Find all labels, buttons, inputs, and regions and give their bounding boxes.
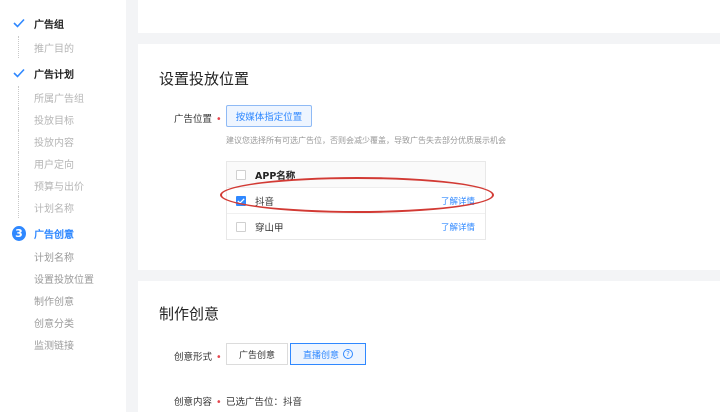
sidebar-step-content[interactable]: 投放内容 [0,130,74,152]
sidebar-step-budget[interactable]: 预算与出价 [0,174,84,196]
app-name: 穿山甲 [255,223,284,234]
sidebar-step-label: 推广目的 [34,43,74,55]
live-creative-option[interactable]: 直播创意 ? [290,343,367,365]
sidebar-step-label: 用户定向 [34,159,74,171]
app-checkbox[interactable] [236,195,246,206]
previous-section-panel [138,0,720,33]
check-icon [12,66,26,80]
sidebar-step-owner-group[interactable]: 所属广告组 [0,86,84,108]
select-all-checkbox[interactable] [236,169,246,180]
creative-form-toggle: 广告创意 直播创意 ? [226,343,367,365]
required-mark: • [216,114,222,125]
detail-link[interactable]: 了解详情 [441,221,475,233]
creative-content-label: 创意内容 • [174,397,222,408]
sidebar-sub-placement[interactable]: 设置投放位置 [0,267,94,289]
sidebar-step-plan-name[interactable]: 计划名称 [0,196,74,218]
sidebar-step-label: 预算与出价 [34,181,84,193]
sidebar-step-ad-creative[interactable]: 3 广告创意 [0,222,74,244]
app-table: APP名称 抖音 了解详情 穿山甲 了解详情 [226,161,486,240]
sidebar-step-label: 所属广告组 [34,93,84,105]
detail-link[interactable]: 了解详情 [441,195,475,207]
sidebar-step-ad-group[interactable]: 广告组 [0,12,64,34]
table-header-row: APP名称 [227,162,485,188]
column-header: APP名称 [255,170,296,182]
creative-section: 制作创意 创意形式 • 广告创意 直播创意 ? 创意内容 • 已选广告位：抖音 [138,281,720,412]
media-placement-button[interactable]: 按媒体指定位置 [226,105,312,127]
sidebar-sub-make-creative[interactable]: 制作创意 [0,289,74,311]
help-icon: ? [343,349,354,359]
placement-section: 设置投放位置 广告位置 • 按媒体指定位置 建议您选择所有可选广告位，否则会减少覆… [138,44,720,270]
sidebar-step-label: 广告计划 [34,69,74,81]
app-checkbox[interactable] [236,222,246,232]
table-row: 穿山甲 了解详情 [227,214,485,240]
sidebar-step-label: 广告创意 [34,229,74,241]
check-icon [237,197,245,204]
creative-content-value: 已选广告位：抖音 [226,397,303,408]
check-icon [12,16,26,30]
sidebar-sub-tracking-link[interactable]: 监测链接 [0,333,74,355]
table-row: 抖音 了解详情 [227,188,485,214]
required-mark: • [216,352,222,363]
sidebar-step-label: 投放内容 [34,137,74,149]
sidebar-step-label: 投放目标 [34,115,74,127]
sidebar-step-audience[interactable]: 用户定向 [0,152,74,174]
app-name: 抖音 [255,196,275,208]
creative-form-label: 创意形式 • [174,352,222,363]
required-mark: • [216,397,222,408]
placement-hint: 建议您选择所有可选广告位，否则会减少覆盖，导致广告失去部分优质展示机会 [226,136,506,145]
sidebar-step-ad-plan[interactable]: 广告计划 [0,62,74,84]
sidebar-step-promotion-goal[interactable]: 推广目的 [0,36,74,58]
sidebar-sub-plan-name[interactable]: 计划名称 [0,245,74,267]
section-title: 制作创意 [159,305,220,323]
placement-label: 广告位置 • [174,114,222,125]
section-title: 设置投放位置 [159,70,250,88]
step-sidebar: 广告组 推广目的 广告计划 所属广告组 投放目标 投放内容 用户定向 预算与出价… [0,0,126,412]
step-number-badge: 3 [12,225,26,241]
sidebar-step-target[interactable]: 投放目标 [0,108,74,130]
sidebar-step-label: 广告组 [34,19,64,31]
ad-creative-option[interactable]: 广告创意 [226,343,289,365]
sidebar-step-label: 计划名称 [34,203,74,215]
sidebar-sub-creative-category[interactable]: 创意分类 [0,311,74,333]
